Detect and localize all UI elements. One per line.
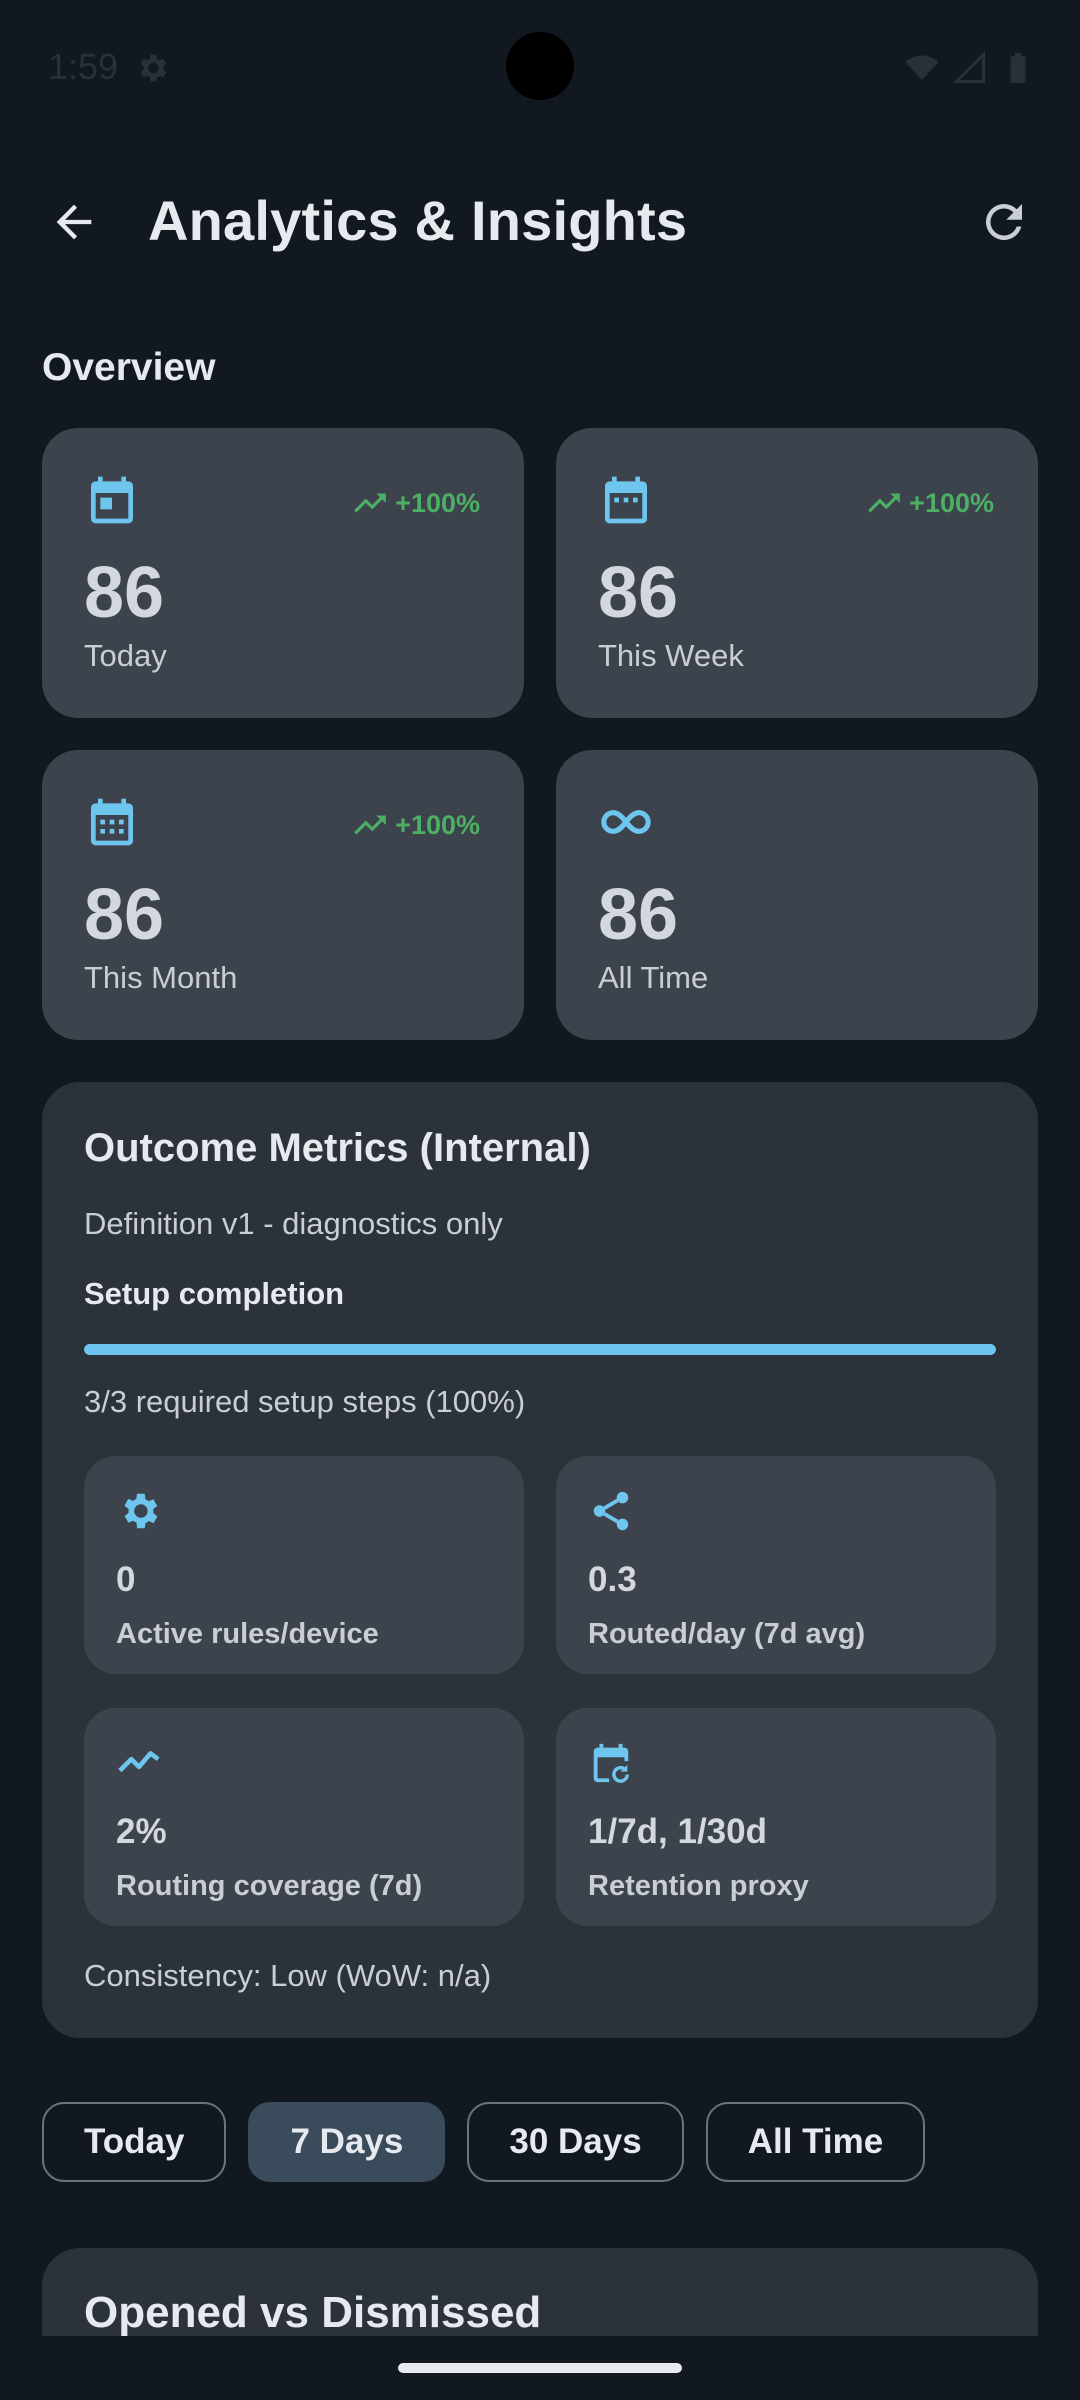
chip-today[interactable]: Today [42, 2102, 227, 2182]
metric-tile-retention-proxy: 1/7d, 1/30d Retention proxy [556, 1708, 996, 1926]
analytics-screen: 1:59 Analytics & Insights Overview +100%… [0, 0, 1080, 2400]
camera-cutout [506, 32, 574, 100]
stat-label: This Week [598, 638, 744, 673]
stat-value: 86 [598, 553, 679, 633]
metric-label: Retention proxy [588, 1870, 809, 1902]
chip-7-days[interactable]: 7 Days [248, 2102, 446, 2182]
gear-icon [124, 1493, 158, 1529]
calendar-week-icon [605, 476, 647, 524]
app-bar: Analytics & Insights [0, 160, 1080, 280]
calendar-refresh-icon [593, 1743, 630, 1783]
home-indicator[interactable] [398, 2363, 682, 2373]
metric-label: Active rules/device [116, 1618, 379, 1650]
stat-value: 86 [598, 875, 679, 955]
trend-indicator: +100% [865, 484, 994, 522]
opened-vs-dismissed-title: Opened vs Dismissed [84, 2288, 542, 2337]
trend-value: +100% [395, 487, 480, 518]
stat-card-week: +100% 86 This Week [556, 428, 1038, 718]
status-bar: 1:59 [0, 0, 1080, 136]
calendar-month-icon [91, 798, 133, 846]
refresh-button[interactable] [972, 190, 1036, 254]
metric-tile-active-rules: 0 Active rules/device [84, 1456, 524, 1674]
settings-icon [140, 54, 167, 82]
trend-value: +100% [395, 809, 480, 840]
trending-up-icon [354, 815, 387, 835]
calendar-today-icon [91, 476, 133, 524]
metric-tile-routing-coverage: 2% Routing coverage (7d) [84, 1708, 524, 1926]
setup-progress-bar [84, 1344, 996, 1355]
stat-label: All Time [598, 960, 709, 995]
chip-30-days[interactable]: 30 Days [467, 2102, 684, 2182]
period-filter: Today 7 Days 30 Days All Time [42, 2102, 926, 2186]
trending-up-icon [868, 493, 901, 513]
setup-progress-text: 3/3 required setup steps (100%) [84, 1384, 526, 1419]
outcome-title: Outcome Metrics (Internal) [84, 1126, 591, 1170]
stat-card-month: +100% 86 This Month [42, 750, 524, 1040]
refresh-icon [985, 203, 1022, 240]
chip-all-time[interactable]: All Time [705, 2102, 926, 2182]
page-title: Analytics & Insights [148, 189, 688, 252]
trend-indicator: +100% [351, 806, 480, 844]
metric-value: 1/7d, 1/30d [588, 1812, 767, 1851]
stat-label: Today [84, 638, 167, 673]
infinity-icon [601, 810, 651, 834]
status-time: 1:59 [48, 46, 119, 87]
metric-label: Routing coverage (7d) [116, 1870, 423, 1902]
trend-line-icon [118, 1751, 160, 1773]
metric-value: 2% [116, 1812, 167, 1851]
back-button[interactable] [42, 190, 106, 254]
battery-icon [1010, 53, 1026, 83]
metric-label: Routed/day (7d avg) [588, 1618, 866, 1650]
overview-title: Overview [42, 346, 216, 389]
trend-indicator: +100% [351, 484, 480, 522]
stat-value: 86 [84, 875, 165, 955]
trend-value: +100% [909, 487, 994, 518]
arrow-back-icon [56, 204, 92, 240]
metric-value: 0 [116, 1560, 136, 1599]
wifi-icon [905, 55, 939, 80]
setup-completion-label: Setup completion [84, 1276, 345, 1311]
stat-card-all-time: 86 All Time [556, 750, 1038, 1040]
stat-value: 86 [84, 553, 165, 633]
stat-card-today: +100% 86 Today [42, 428, 524, 718]
outcome-metrics-card: Outcome Metrics (Internal) Definition v1… [42, 1082, 1038, 2038]
share-icon [593, 1491, 629, 1531]
trending-up-icon [354, 493, 387, 513]
metric-value: 0.3 [588, 1560, 637, 1599]
consistency-text: Consistency: Low (WoW: n/a) [84, 1958, 492, 1993]
signal-icon [952, 50, 985, 83]
outcome-subtitle: Definition v1 - diagnostics only [84, 1206, 503, 1241]
setup-progress-fill [84, 1344, 996, 1355]
metric-tile-routed-per-day: 0.3 Routed/day (7d avg) [556, 1456, 996, 1674]
status-icons [904, 50, 1036, 86]
stat-label: This Month [84, 960, 238, 995]
